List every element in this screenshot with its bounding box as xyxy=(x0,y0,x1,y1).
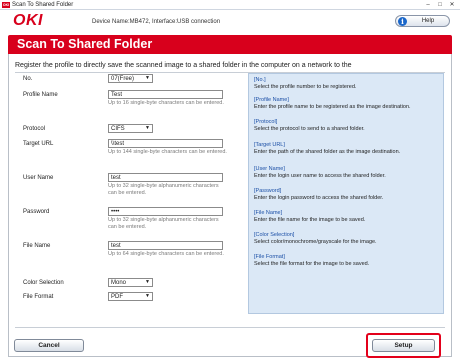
file-format-value: PDF xyxy=(111,294,123,300)
help-item-heading: [Password] xyxy=(254,188,282,194)
user-name-label: User Name xyxy=(23,175,54,181)
color-selection-value: Mono xyxy=(111,280,127,286)
help-item-heading: [Protocol] xyxy=(254,119,278,125)
app-icon: OKI xyxy=(2,2,10,8)
password-input[interactable]: •••• xyxy=(108,207,223,216)
file-format-select[interactable]: PDF ▼ xyxy=(108,292,153,301)
no-label: No. xyxy=(23,76,33,82)
help-item: [File Format] Select the file format for… xyxy=(254,254,442,268)
help-item: [No.] Select the profile number to be re… xyxy=(254,77,442,91)
file-name-hint: Up to 64 single-byte characters can be e… xyxy=(108,251,224,257)
target-url-hint: Up to 144 single-byte characters can be … xyxy=(108,149,227,155)
oki-logo: OKI xyxy=(13,12,43,29)
file-name-value: test xyxy=(111,243,121,249)
help-item: [Target URL] Enter the path of the share… xyxy=(254,142,442,156)
protocol-select[interactable]: CIFS ▼ xyxy=(108,124,153,133)
help-item-heading: [User Name] xyxy=(254,166,285,172)
help-item: [File Name] Enter the file name for the … xyxy=(254,210,442,224)
target-url-value: \\test xyxy=(111,141,125,147)
intro-text: Register the profile to directly save th… xyxy=(15,62,352,69)
help-item-heading: [Profile Name] xyxy=(254,97,289,103)
help-item: [User Name] Enter the login user name to… xyxy=(254,166,442,180)
help-item-text: Select the profile number to be register… xyxy=(254,84,357,90)
profile-number-select[interactable]: 07(Free) ▼ xyxy=(108,74,153,83)
window-title: Scan To Shared Folder xyxy=(12,2,74,8)
file-name-input[interactable]: test xyxy=(108,241,223,250)
help-item-text: Enter the login user name to access the … xyxy=(254,173,386,179)
close-button[interactable]: ✕ xyxy=(446,1,458,9)
help-item: [Profile Name] Enter the profile name to… xyxy=(254,97,442,111)
color-selection-select[interactable]: Mono ▼ xyxy=(108,278,153,287)
info-icon: i xyxy=(398,16,407,26)
help-item: [Color Selection] Select color/monochrom… xyxy=(254,232,442,246)
file-format-label: File Format xyxy=(23,294,54,300)
profile-name-hint: Up to 16 single-byte characters can be e… xyxy=(108,100,224,106)
help-button-label: Help xyxy=(421,18,435,24)
protocol-value: CIFS xyxy=(111,126,125,132)
help-item-text: Select color/monochrome/grayscale for th… xyxy=(254,239,377,245)
profile-name-value: Test xyxy=(111,92,123,98)
setup-button[interactable]: Setup xyxy=(372,339,435,352)
page-banner: Scan To Shared Folder xyxy=(8,35,452,54)
help-item: [Password] Enter the login password to a… xyxy=(254,188,442,202)
password-label: Password xyxy=(23,209,50,215)
cancel-button[interactable]: Cancel xyxy=(14,339,84,352)
help-item-heading: [File Name] xyxy=(254,210,283,216)
password-value: •••• xyxy=(111,209,120,215)
help-item-text: Select the file format for the image to … xyxy=(254,261,370,267)
user-name-hint: Up to 32 single-byte alphanumeric charac… xyxy=(108,183,219,196)
dropdown-arrow-icon: ▼ xyxy=(145,75,150,81)
help-item-heading: [File Format] xyxy=(254,254,285,260)
minimize-button[interactable]: – xyxy=(422,1,434,9)
maximize-button[interactable]: □ xyxy=(434,1,446,9)
help-button[interactable]: i Help xyxy=(395,15,450,27)
help-item: [Protocol] Select the protocol to send t… xyxy=(254,119,442,133)
user-name-value: test xyxy=(111,175,121,181)
dropdown-arrow-icon: ▼ xyxy=(145,279,150,285)
help-item-text: Enter the file name for the image to be … xyxy=(254,217,366,223)
footer-divider xyxy=(15,327,445,328)
target-url-input[interactable]: \\test xyxy=(108,139,223,148)
profile-number-value: 07(Free) xyxy=(111,76,135,82)
help-item-text: Select the protocol to send to a shared … xyxy=(254,126,365,132)
help-item-text: Enter the profile name to be registered … xyxy=(254,104,411,110)
protocol-label: Protocol xyxy=(23,126,46,132)
help-panel: [No.] Select the profile number to be re… xyxy=(248,73,444,314)
dropdown-arrow-icon: ▼ xyxy=(145,125,150,131)
dropdown-arrow-icon: ▼ xyxy=(145,293,150,299)
help-item-heading: [No.] xyxy=(254,77,266,83)
color-selection-label: Color Selection xyxy=(23,280,64,286)
user-name-input[interactable]: test xyxy=(108,173,223,182)
page-title: Scan To Shared Folder xyxy=(17,37,153,51)
profile-name-input[interactable]: Test xyxy=(108,90,223,99)
help-item-heading: [Target URL] xyxy=(254,142,285,148)
target-url-label: Target URL xyxy=(23,141,54,147)
password-hint: Up to 32 single-byte alphanumeric charac… xyxy=(108,217,219,230)
device-info: Device Name:MB472, Interface:USB connect… xyxy=(92,19,221,25)
help-item-text: Enter the login password to access the s… xyxy=(254,195,384,201)
window-titlebar: OKI Scan To Shared Folder – □ ✕ xyxy=(0,0,460,10)
window-controls: – □ ✕ xyxy=(422,1,458,9)
help-item-text: Enter the path of the shared folder as t… xyxy=(254,149,401,155)
file-name-label: File Name xyxy=(23,243,51,249)
profile-name-label: Profile Name xyxy=(23,92,58,98)
help-item-heading: [Color Selection] xyxy=(254,232,295,238)
